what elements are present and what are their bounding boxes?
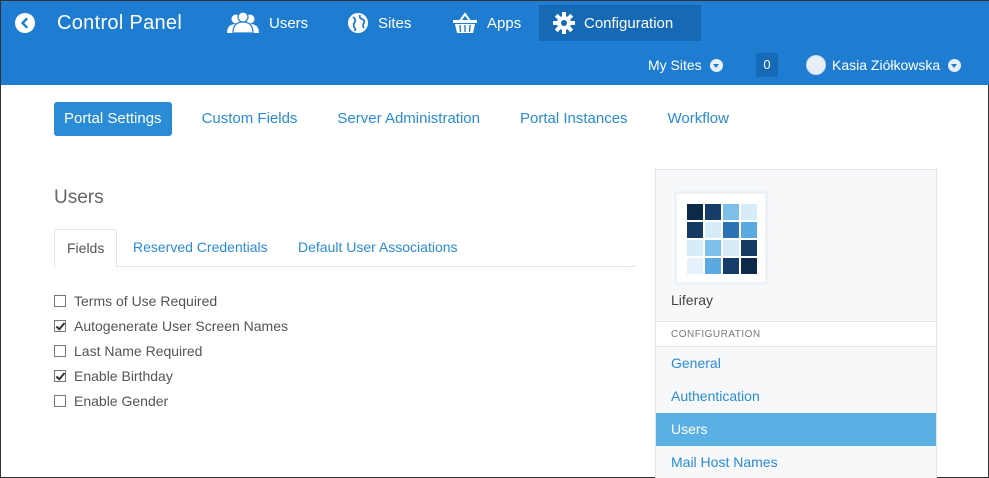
gear-icon bbox=[553, 12, 575, 34]
tab-reserved-credentials[interactable]: Reserved Credentials bbox=[133, 229, 268, 267]
page-title: Control Panel bbox=[57, 12, 183, 34]
tab-portal-instances[interactable]: Portal Instances bbox=[510, 102, 638, 136]
nav-sites-label: Sites bbox=[378, 14, 412, 32]
checkbox-label: Terms of Use Required bbox=[74, 292, 218, 309]
fields-checklist: Terms of Use Required Autogenerate User … bbox=[54, 288, 288, 413]
terms-of-use-checkbox[interactable] bbox=[54, 294, 66, 307]
back-button[interactable] bbox=[15, 13, 35, 33]
panel-section-header: CONFIGURATION bbox=[656, 321, 936, 347]
panel-link-general[interactable]: General bbox=[656, 347, 936, 380]
main-nav: Control Panel Users Sites Apps Configura… bbox=[1, 1, 989, 45]
tab-workflow[interactable]: Workflow bbox=[658, 102, 739, 136]
avatar bbox=[806, 55, 826, 75]
nav-users-label: Users bbox=[269, 14, 309, 32]
globe-icon bbox=[347, 12, 369, 34]
chevron-left-icon bbox=[21, 17, 28, 29]
nav-apps[interactable]: Apps bbox=[438, 1, 535, 45]
chevron-down-icon bbox=[948, 58, 962, 72]
chevron-down-icon bbox=[709, 58, 723, 72]
autogenerate-screen-names-checkbox[interactable] bbox=[54, 319, 66, 332]
nav-configuration-label: Configuration bbox=[584, 14, 674, 32]
checkbox-label: Enable Birthday bbox=[74, 367, 173, 384]
nav-users[interactable]: Users bbox=[212, 1, 322, 45]
tab-default-user-associations[interactable]: Default User Associations bbox=[298, 229, 458, 267]
user-bar: My Sites 0 Kasia Ziółkowska bbox=[1, 45, 989, 85]
checkbox-row: Autogenerate User Screen Names bbox=[54, 313, 288, 338]
notification-count[interactable]: 0 bbox=[756, 53, 778, 77]
nav-configuration[interactable]: Configuration bbox=[539, 5, 701, 41]
my-sites-menu[interactable]: My Sites bbox=[648, 57, 723, 73]
tab-portal-settings[interactable]: Portal Settings bbox=[54, 102, 172, 136]
nav-apps-label: Apps bbox=[487, 14, 522, 32]
field-tabs: Fields Reserved Credentials Default User… bbox=[54, 229, 636, 268]
last-name-required-checkbox[interactable] bbox=[54, 344, 66, 357]
configuration-panel: Liferay CONFIGURATION General Authentica… bbox=[655, 169, 937, 478]
enable-gender-checkbox[interactable] bbox=[54, 394, 66, 407]
panel-link-mail-host-names[interactable]: Mail Host Names bbox=[656, 446, 936, 478]
enable-birthday-checkbox[interactable] bbox=[54, 369, 66, 382]
checkbox-row: Enable Birthday bbox=[54, 363, 288, 388]
users-icon bbox=[226, 12, 260, 34]
checkbox-label: Enable Gender bbox=[74, 392, 169, 409]
checkbox-label: Last Name Required bbox=[74, 342, 203, 359]
panel-link-authentication[interactable]: Authentication bbox=[656, 380, 936, 413]
checkbox-label: Autogenerate User Screen Names bbox=[74, 317, 288, 334]
tab-server-administration[interactable]: Server Administration bbox=[327, 102, 490, 136]
user-name: Kasia Ziółkowska bbox=[832, 57, 941, 73]
panel-link-users[interactable]: Users bbox=[656, 413, 936, 446]
basket-icon bbox=[452, 12, 478, 34]
my-sites-label: My Sites bbox=[648, 57, 702, 73]
user-menu[interactable]: Kasia Ziółkowska bbox=[806, 54, 962, 76]
top-bar: Control Panel Users Sites Apps Configura… bbox=[1, 1, 989, 85]
subtabs: Portal Settings Custom Fields Server Adm… bbox=[54, 102, 759, 136]
checkbox-row: Last Name Required bbox=[54, 338, 288, 363]
section-title: Users bbox=[54, 187, 104, 208]
tab-fields[interactable]: Fields bbox=[54, 229, 118, 268]
tab-custom-fields[interactable]: Custom Fields bbox=[192, 102, 308, 136]
nav-sites[interactable]: Sites bbox=[333, 1, 425, 45]
checkbox-row: Enable Gender bbox=[54, 388, 288, 413]
site-logo bbox=[674, 191, 768, 285]
site-name: Liferay bbox=[671, 292, 714, 308]
checkbox-row: Terms of Use Required bbox=[54, 288, 288, 313]
liferay-logo-icon bbox=[687, 204, 759, 276]
